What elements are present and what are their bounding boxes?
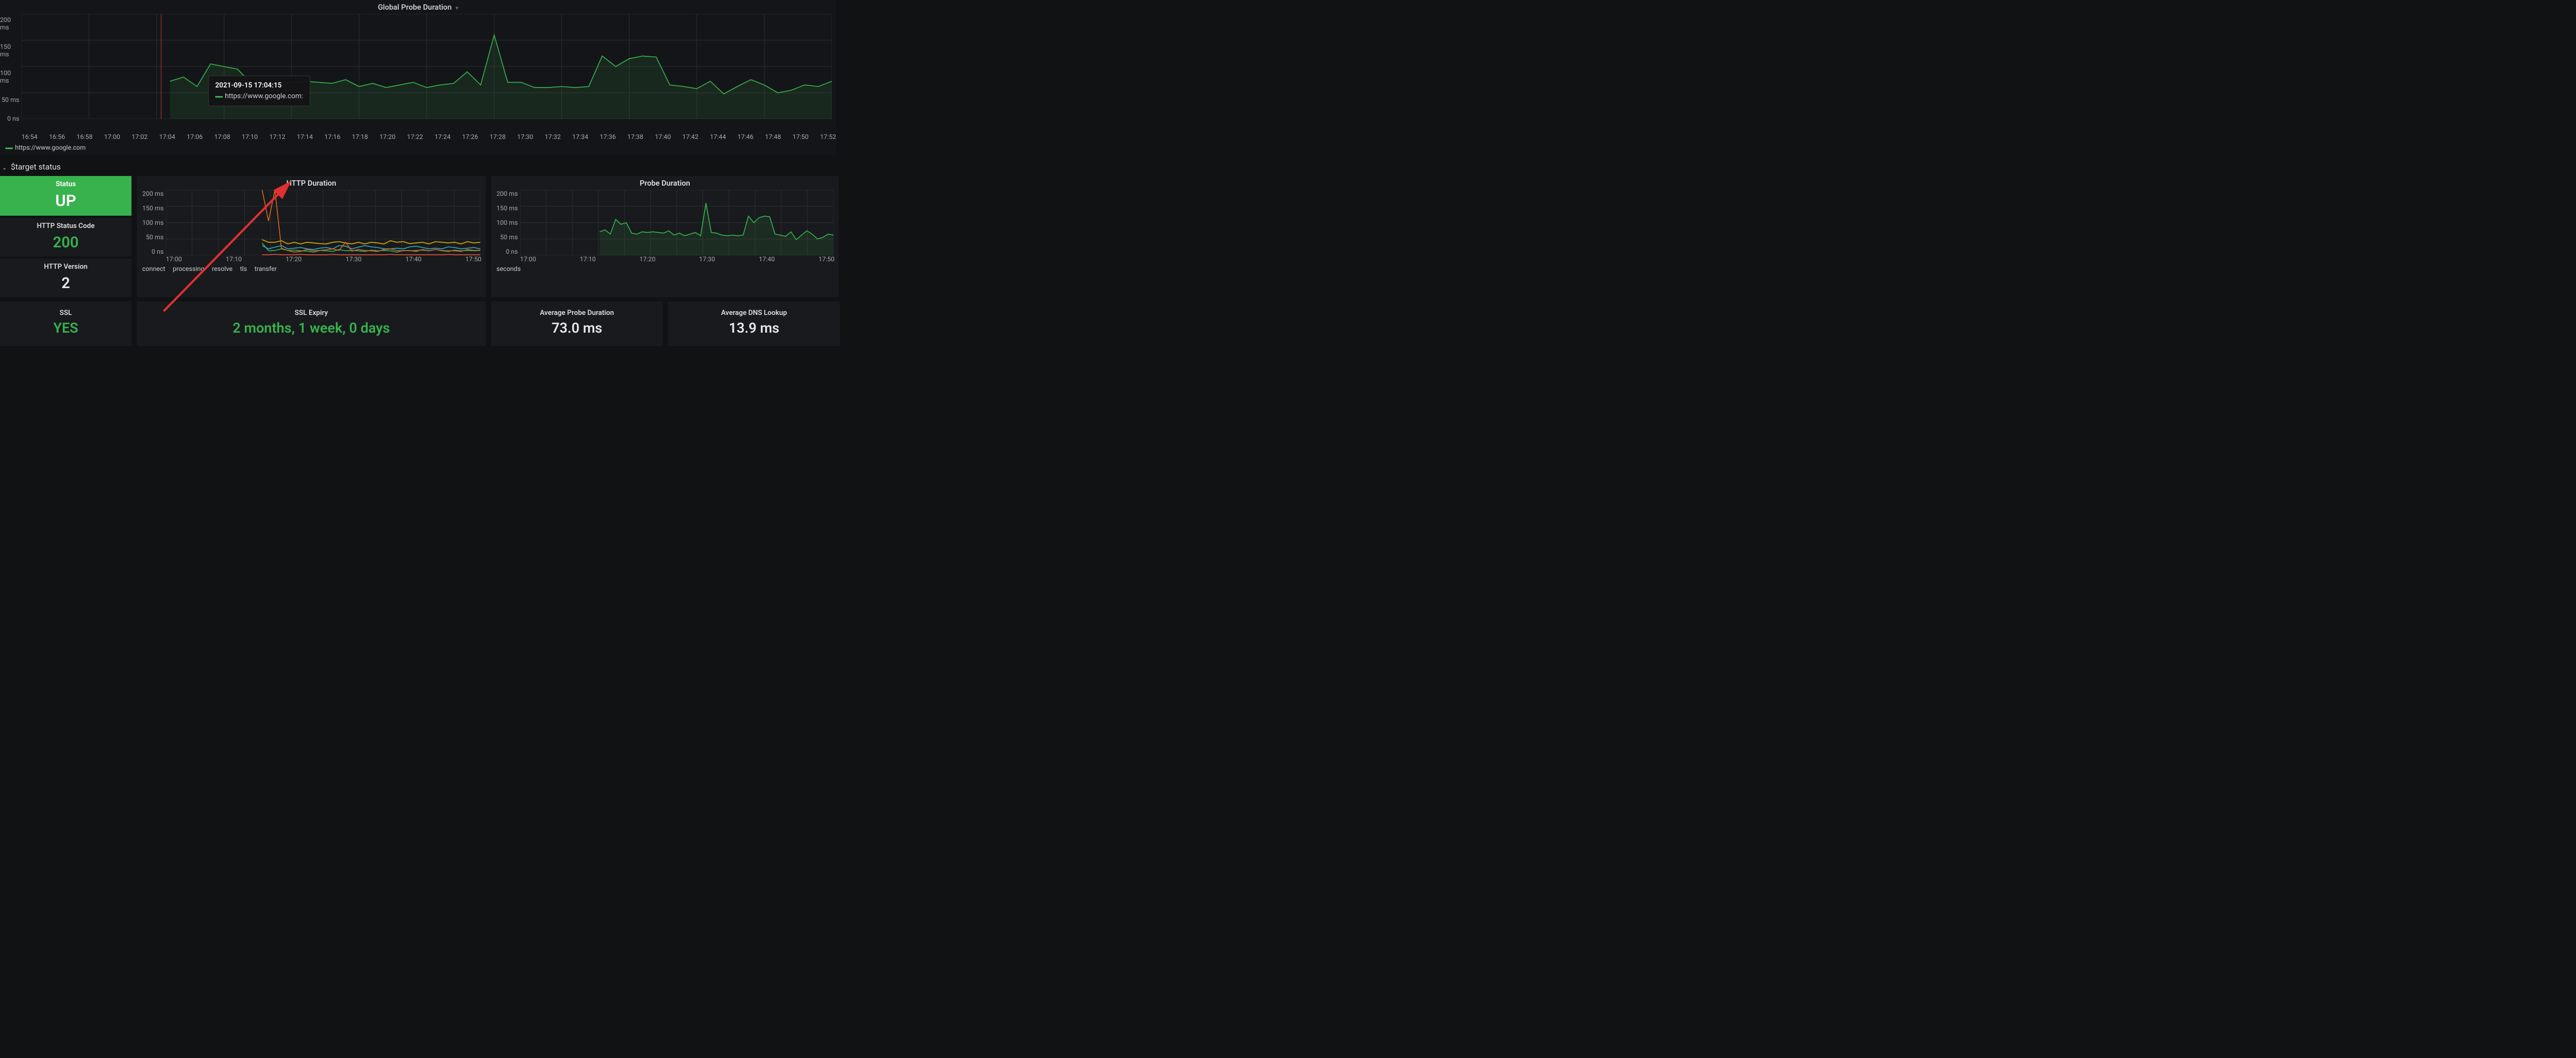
- chevron-down-icon[interactable]: ▾: [456, 5, 458, 11]
- stat-label: HTTP Version: [0, 263, 131, 271]
- global-plot[interactable]: 2021-09-15 17:04:15 https://www.google.c…: [21, 14, 836, 132]
- y-axis: 200 ms150 ms100 ms50 ms0 ns: [495, 190, 520, 255]
- ssl-expiry-card[interactable]: SSL Expiry 2 months, 1 week, 0 days: [137, 302, 486, 346]
- x-axis: 17:0017:1017:2017:3017:4017:50: [141, 255, 481, 263]
- legend-item[interactable]: resolve: [212, 265, 232, 273]
- legend-item[interactable]: seconds: [496, 265, 521, 273]
- probe-duration-panel[interactable]: Probe Duration 200 ms150 ms100 ms50 ms0 …: [491, 176, 839, 297]
- stat-label: Average Probe Duration: [491, 309, 663, 317]
- legend-item[interactable]: transfer: [254, 265, 277, 273]
- legend-label: https://www.google.com: [15, 144, 86, 151]
- stat-value: 2: [0, 274, 131, 292]
- http-status-card[interactable]: HTTP Status Code 200: [0, 218, 131, 256]
- hover-tooltip: 2021-09-15 17:04:15 https://www.google.c…: [208, 76, 310, 106]
- avg-probe-card[interactable]: Average Probe Duration 73.0 ms: [491, 302, 663, 346]
- legend-item[interactable]: connect: [142, 265, 165, 273]
- http-duration-panel[interactable]: HTTP Duration 200 ms150 ms100 ms50 ms0 n…: [137, 176, 486, 297]
- panel-title-text: Global Probe Duration: [378, 3, 452, 12]
- section-header[interactable]: ⌄ $target status: [0, 157, 837, 176]
- panel-title: Probe Duration: [495, 179, 835, 190]
- tooltip-series: https://www.google.com:: [225, 92, 303, 100]
- legend-global[interactable]: https://www.google.com: [0, 142, 836, 155]
- chevron-down-icon[interactable]: ⌄: [2, 165, 6, 171]
- http-version-card[interactable]: HTTP Version 2: [0, 259, 131, 297]
- status-card[interactable]: Status UP: [0, 176, 131, 216]
- stat-label: HTTP Status Code: [0, 222, 131, 230]
- ssl-card[interactable]: SSL YES: [0, 302, 131, 346]
- tooltip-timestamp: 2021-09-15 17:04:15: [215, 80, 303, 91]
- probe-plot[interactable]: [520, 190, 833, 255]
- legend-item[interactable]: tls: [240, 265, 247, 273]
- http-plot[interactable]: [166, 190, 480, 255]
- stat-value: YES: [0, 320, 131, 336]
- x-axis: 16:5416:5616:5817:0017:0217:0417:0617:08…: [0, 132, 836, 142]
- legend-item[interactable]: processing: [173, 265, 204, 273]
- global-probe-panel: Global Probe Duration ▾ 200 ms150 ms100 …: [0, 0, 836, 155]
- stat-value: 13.9 ms: [668, 320, 840, 336]
- y-axis: 200 ms150 ms100 ms50 ms0 ns: [141, 190, 166, 255]
- stat-value: 200: [0, 233, 131, 251]
- status-value: UP: [0, 192, 131, 210]
- stat-label: SSL: [0, 309, 131, 317]
- x-axis: 17:0017:1017:2017:3017:4017:50: [495, 255, 835, 263]
- legend[interactable]: connect processing resolve tls transfer: [141, 263, 481, 274]
- avg-dns-card[interactable]: Average DNS Lookup 13.9 ms: [668, 302, 840, 346]
- legend[interactable]: seconds: [495, 263, 835, 274]
- panel-title: HTTP Duration: [141, 179, 481, 190]
- section-title: $target status: [11, 162, 61, 172]
- stat-value: 73.0 ms: [491, 320, 663, 336]
- panel-title-global[interactable]: Global Probe Duration ▾: [0, 0, 836, 14]
- status-label: Status: [0, 180, 131, 188]
- stat-label: Average DNS Lookup: [668, 309, 840, 317]
- stat-label: SSL Expiry: [137, 309, 486, 317]
- y-axis: 200 ms150 ms100 ms50 ms0 ns: [0, 14, 21, 132]
- stat-value: 2 months, 1 week, 0 days: [137, 320, 486, 336]
